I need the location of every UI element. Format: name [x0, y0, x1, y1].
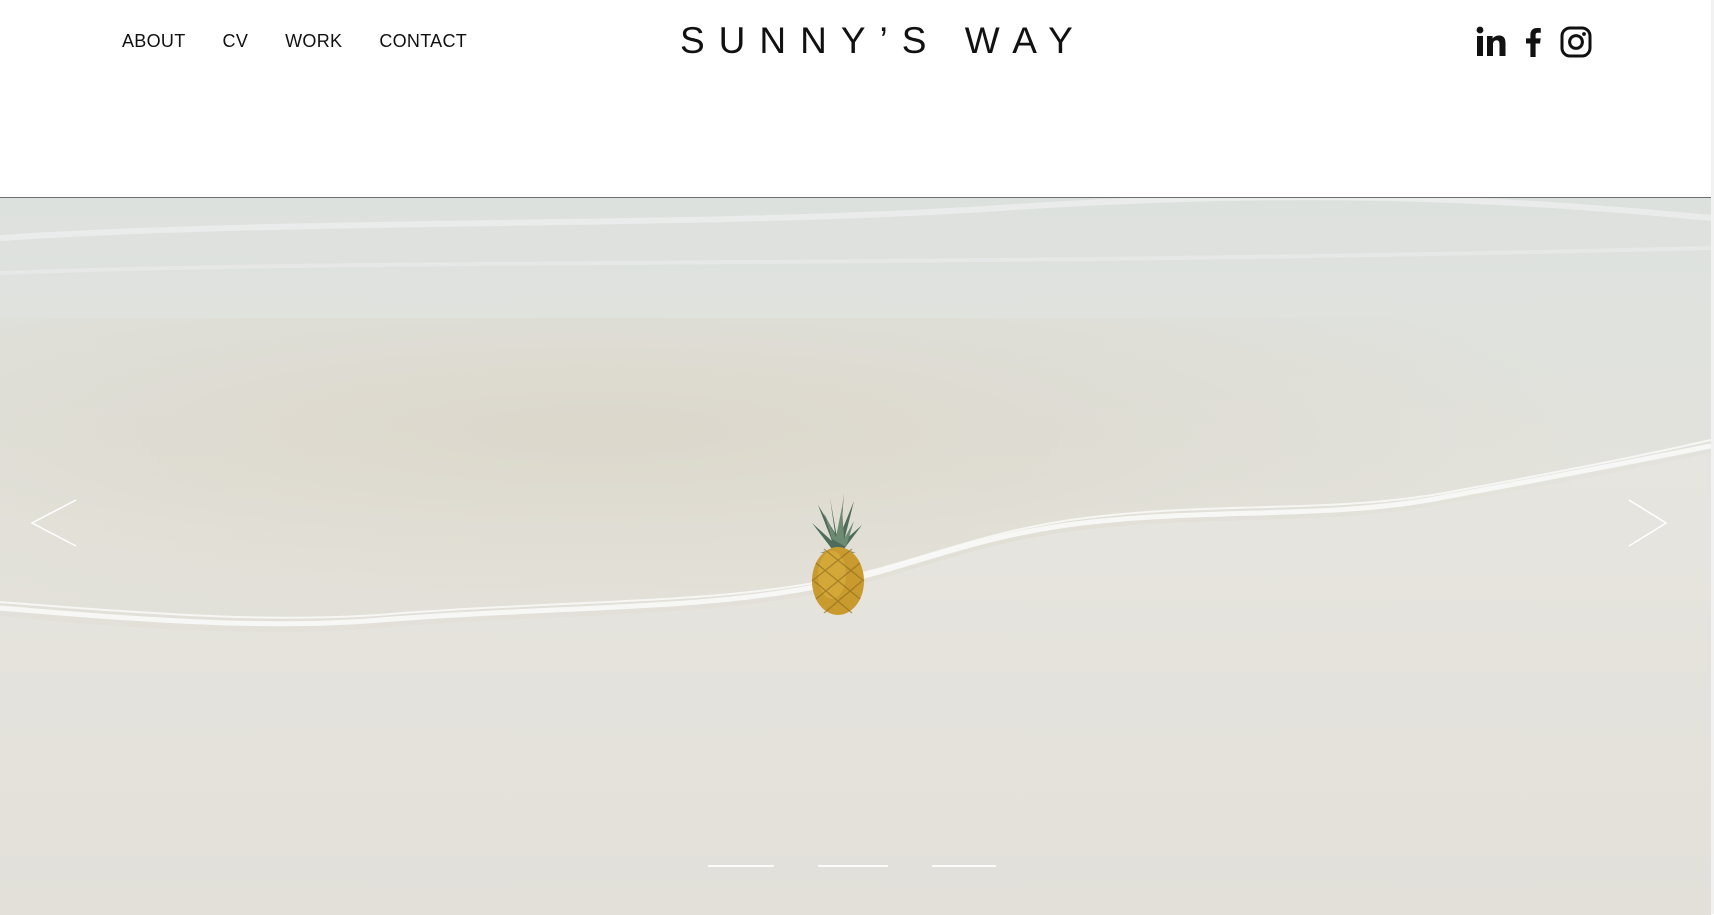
nav-item-cv[interactable]: CV — [223, 31, 249, 52]
chevron-right-icon — [1626, 498, 1676, 548]
nav-item-work[interactable]: WORK — [285, 31, 342, 52]
facebook-icon[interactable] — [1516, 24, 1552, 60]
nav-item-contact[interactable]: CONTACT — [379, 31, 467, 52]
linkedin-icon[interactable] — [1474, 24, 1510, 60]
chevron-left-icon — [29, 498, 79, 548]
slideshow-indicators — [708, 864, 1040, 868]
nav-item-about[interactable]: ABOUT — [122, 31, 186, 52]
site-logo[interactable]: SUNNY’S WAY — [680, 20, 1087, 62]
hero-slideshow — [0, 197, 1711, 915]
pineapple-on-beach-photo — [0, 198, 1711, 915]
site-header: ABOUT CV WORK CONTACT SUNNY’S WAY — [0, 0, 1714, 197]
slideshow-next-button[interactable] — [1626, 498, 1676, 548]
social-links — [1474, 24, 1600, 60]
slide-indicator-1[interactable] — [708, 865, 774, 867]
instagram-icon[interactable] — [1558, 24, 1594, 60]
slide-indicator-2[interactable] — [818, 865, 888, 867]
main-nav: ABOUT CV WORK CONTACT — [122, 31, 504, 52]
slideshow-prev-button[interactable] — [29, 498, 79, 548]
slide-indicator-3[interactable] — [932, 865, 996, 867]
